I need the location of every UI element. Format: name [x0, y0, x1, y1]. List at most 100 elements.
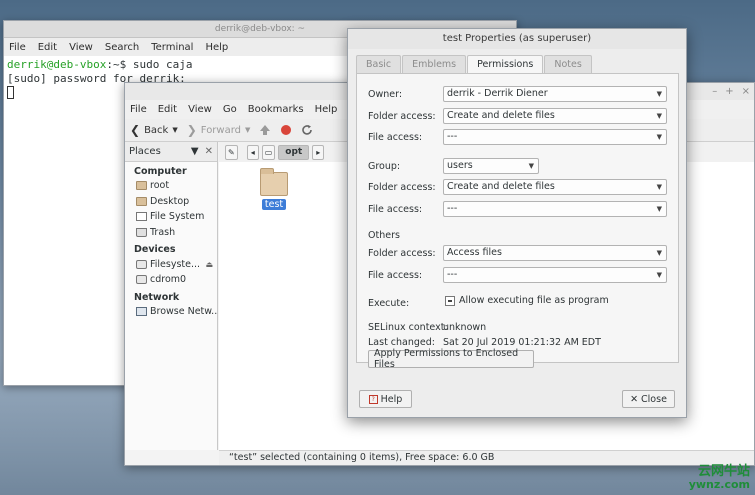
help-button[interactable]: ? Help [359, 390, 412, 408]
close-icon[interactable]: × [742, 86, 750, 97]
chevron-down-icon: ▼ [656, 133, 662, 141]
watermark-en: ywnz.com [688, 478, 750, 491]
group-folder-access-label: Folder access: [368, 182, 436, 193]
sidebar-item-file-system[interactable]: File System [125, 209, 217, 225]
others-folder-access-value: Access files [447, 247, 502, 258]
sidebar-close-icon[interactable]: ✕ [205, 146, 213, 157]
drive-icon [136, 259, 147, 269]
close-button-label: Close [641, 393, 667, 405]
caja-menu-edit[interactable]: Edit [158, 104, 177, 115]
terminal-menu-view[interactable]: View [69, 42, 93, 53]
owner-label: Owner: [368, 89, 403, 100]
chevron-down-icon: ▼ [528, 162, 534, 170]
edit-location-icon[interactable]: ✎ [225, 144, 238, 160]
caja-menu-file[interactable]: File [130, 104, 147, 115]
sidebar-dropdown-icon[interactable]: ▼ [191, 146, 199, 157]
execute-checkbox[interactable]: Allow executing file as program [445, 295, 609, 306]
checkbox-icon [445, 295, 455, 306]
group-folder-access-select[interactable]: Create and delete files ▼ [443, 179, 667, 195]
sidebar-section-network: Network [134, 291, 180, 303]
others-file-access-select[interactable]: --- ▼ [443, 267, 667, 283]
up-icon[interactable] [259, 124, 271, 136]
terminal-menu-file[interactable]: File [9, 42, 26, 53]
minimize-icon[interactable]: – [712, 86, 717, 97]
owner-select[interactable]: derrik - Derrik Diener ▼ [443, 86, 667, 102]
sidebar-item-browse-network[interactable]: Browse Netw... [125, 304, 217, 320]
terminal-menu-search[interactable]: Search [105, 42, 139, 53]
chevron-down-icon: ▼ [656, 205, 662, 213]
group-folder-access-value: Create and delete files [447, 181, 555, 192]
sidebar-item-desktop[interactable]: Desktop [125, 194, 217, 210]
help-button-label: Help [380, 393, 403, 405]
terminal-prompt-path: :~$ [106, 58, 133, 71]
file-name: test [261, 199, 287, 210]
forward-label: Forward [200, 124, 242, 136]
others-file-access-value: --- [447, 269, 458, 280]
file-item-test[interactable]: test [257, 168, 291, 210]
tab-emblems[interactable]: Emblems [402, 55, 467, 73]
stop-icon[interactable] [280, 124, 292, 136]
maximize-icon[interactable]: + [725, 86, 733, 97]
terminal-menu-terminal[interactable]: Terminal [151, 42, 193, 53]
tab-notes[interactable]: Notes [544, 55, 592, 73]
owner-value: derrik - Derrik Diener [447, 88, 548, 99]
caja-menu-view[interactable]: View [188, 104, 212, 115]
back-dropdown-icon[interactable]: ▼ [172, 126, 177, 134]
caja-menu-help[interactable]: Help [315, 104, 338, 115]
chevron-down-icon: ▼ [656, 112, 662, 120]
sidebar-item-label: cdrom0 [150, 274, 187, 286]
back-button[interactable]: ❮ Back ▼ [130, 123, 178, 137]
properties-dialog[interactable]: test Properties (as superuser) Basic Emb… [347, 28, 687, 418]
trash-icon [136, 228, 147, 238]
others-folder-access-select[interactable]: Access files ▼ [443, 245, 667, 261]
group-label: Group: [368, 161, 401, 172]
chevron-down-icon: ▼ [656, 90, 662, 98]
terminal-menu-help[interactable]: Help [205, 42, 228, 53]
folder-icon [260, 168, 288, 196]
terminal-menu-edit[interactable]: Edit [38, 42, 57, 53]
caja-menu-go[interactable]: Go [223, 104, 237, 115]
apply-permissions-button[interactable]: Apply Permissions to Enclosed Files [368, 348, 534, 370]
close-button[interactable]: ✕ Close [622, 390, 675, 408]
chevron-down-icon: ▼ [656, 183, 662, 191]
selinux-value: unknown [443, 322, 487, 333]
tab-permissions[interactable]: Permissions [467, 55, 544, 74]
group-file-access-select[interactable]: --- ▼ [443, 201, 667, 217]
owner-folder-access-select[interactable]: Create and delete files ▼ [443, 108, 667, 124]
sidebar-item-filesystem-device[interactable]: Filesyste... ⏏ [125, 256, 217, 272]
caja-menu-bookmarks[interactable]: Bookmarks [248, 104, 304, 115]
sidebar-item-cdrom0[interactable]: cdrom0 [125, 272, 217, 288]
permissions-panel: Owner: derrik - Derrik Diener ▼ Folder ac… [356, 73, 679, 370]
reload-icon[interactable] [301, 124, 313, 136]
others-label: Others [368, 230, 400, 241]
group-select[interactable]: users ▼ [443, 158, 539, 174]
sidebar-section-computer: Computer [134, 166, 187, 177]
group-value: users [447, 160, 473, 171]
forward-button[interactable]: ❯ Forward ▼ [187, 123, 251, 137]
forward-dropdown-icon[interactable]: ▼ [245, 126, 250, 134]
eject-icon[interactable]: ⏏ [205, 260, 213, 269]
sidebar-header: Places ▼ ✕ [125, 142, 217, 162]
terminal-command: sudo caja [132, 58, 193, 71]
sidebar-header-label[interactable]: Places [129, 146, 161, 157]
watermark-cn: 云网牛站 [697, 464, 750, 479]
owner-folder-access-label: Folder access: [368, 111, 436, 122]
tab-basic[interactable]: Basic [356, 55, 402, 73]
back-label: Back [144, 124, 169, 136]
path-button-opt[interactable]: opt [278, 144, 310, 160]
watermark-logo: 云网牛站 ywnz.com [689, 465, 750, 491]
sidebar-item-root[interactable]: root [125, 178, 217, 194]
dialog-title: test Properties (as superuser) [348, 29, 686, 49]
path-scroll-left-icon[interactable]: ◂ [246, 144, 259, 160]
execute-label: Execute: [368, 298, 410, 309]
owner-file-access-select[interactable]: --- ▼ [443, 129, 667, 145]
cdrom-icon [136, 275, 147, 285]
path-scroll-right-icon[interactable]: ▸ [312, 144, 325, 160]
help-icon: ? [368, 394, 378, 404]
sidebar-item-label: File System [150, 211, 205, 223]
folder-icon [136, 181, 147, 191]
owner-folder-access-value: Create and delete files [447, 110, 555, 121]
group-file-access-label: File access: [368, 204, 423, 215]
path-root-icon[interactable]: ▭ [261, 144, 276, 160]
sidebar-item-trash[interactable]: Trash [125, 225, 217, 241]
